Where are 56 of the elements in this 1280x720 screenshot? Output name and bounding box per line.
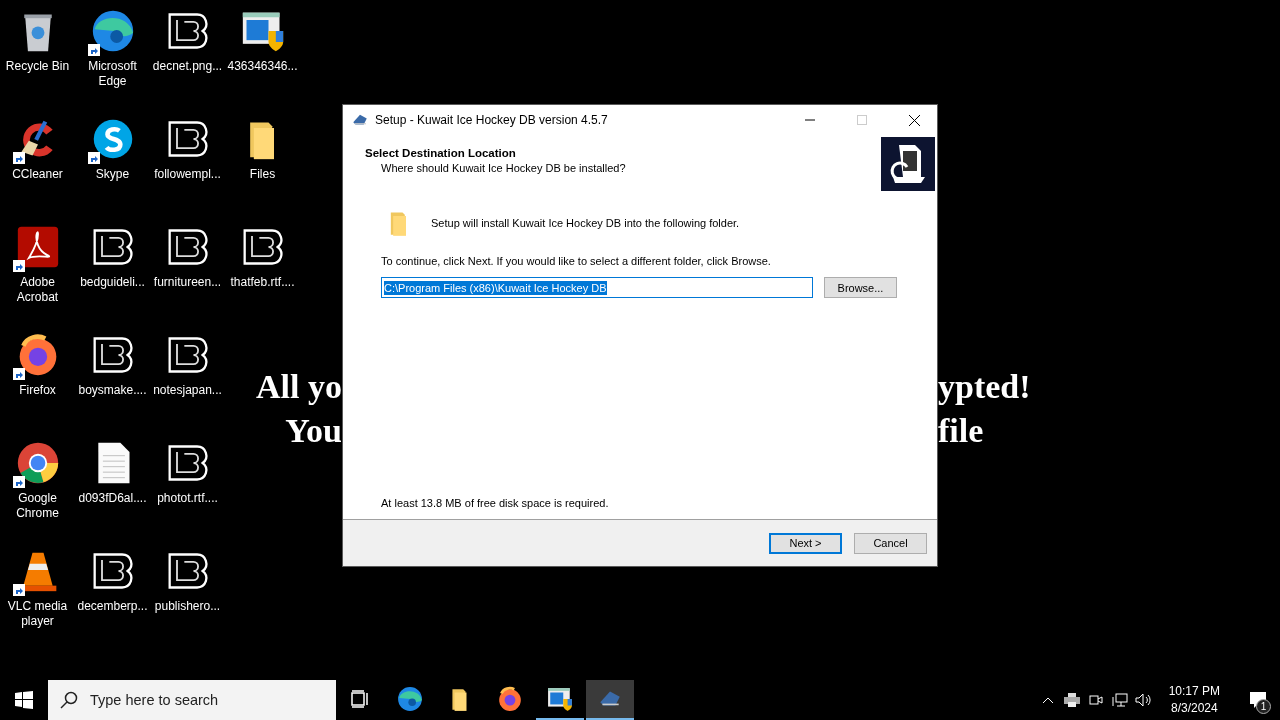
- icon-label[interactable]: photot.rtf....: [150, 491, 225, 506]
- instruction-text: To continue, click Next. If you would like to select a different folder, click Browse.: [381, 255, 772, 267]
- close-icon: [908, 114, 920, 126]
- installer-window-icon: [547, 686, 573, 712]
- wallpaper-text: You: [285, 411, 342, 451]
- icon-label[interactable]: VLC media player: [0, 599, 75, 629]
- clock-date[interactable]: 8/3/2024: [1170, 700, 1218, 717]
- wave-logo-icon: [397, 686, 423, 712]
- wallpaper-text: ypted!: [938, 367, 1031, 407]
- folder-note: Setup will install Kuwait Ice Hockey DB into the following folder.: [431, 217, 740, 229]
- window-title: Setup - Kuwait Ice Hockey DB version 4.5.7: [375, 113, 609, 127]
- icon-label[interactable]: 436346346...: [225, 59, 300, 74]
- wave-logo-icon: [90, 9, 135, 53]
- computer-install-icon: [881, 137, 935, 191]
- search-field[interactable]: Type here to search: [88, 691, 322, 709]
- icon-label[interactable]: Skype: [75, 167, 150, 182]
- icon-label[interactable]: Adobe Acrobat: [0, 275, 75, 305]
- page-heading: Select Destination Location: [365, 147, 517, 159]
- wallpaper-text: file: [938, 411, 984, 451]
- circle-logo-icon: [15, 441, 60, 485]
- dialog-button[interactable]: Next >: [769, 532, 842, 554]
- search-icon: [60, 691, 78, 709]
- windows-logo-icon: [15, 691, 33, 709]
- camera-icon[interactable]: [1086, 693, 1105, 707]
- icon-label[interactable]: publishero...: [150, 599, 225, 614]
- icon-label[interactable]: bedguideli...: [75, 275, 150, 290]
- notification-count: 1: [1256, 699, 1271, 714]
- page-subheading: Where should Kuwait Ice Hockey DB be installed?: [380, 162, 626, 174]
- wallpaper-text: All yo: [256, 367, 342, 407]
- path-field[interactable]: C:\Program Files (x86)\Kuwait Ice Hockey DB: [381, 277, 813, 298]
- icon-label[interactable]: furnitureen...: [150, 275, 225, 290]
- icon-label[interactable]: decnet.png...: [150, 59, 225, 74]
- globe-logo-icon: [497, 686, 523, 712]
- printer-icon[interactable]: [1062, 693, 1081, 707]
- icon-label[interactable]: Google Chrome: [0, 491, 75, 521]
- icon-label[interactable]: thatfeb.rtf....: [225, 275, 300, 290]
- icon-label[interactable]: Microsoft Edge: [75, 59, 150, 89]
- icon-label[interactable]: boysmake....: [75, 383, 150, 398]
- icon-label[interactable]: d093fD6al....: [75, 491, 150, 506]
- clock-time[interactable]: 10:17 PM: [1168, 683, 1220, 700]
- icon-label[interactable]: followempl...: [150, 167, 225, 182]
- task-view-icon: [351, 690, 369, 708]
- speaker-icon[interactable]: [1134, 693, 1153, 707]
- icon-label[interactable]: Files: [225, 167, 300, 182]
- icon-label[interactable]: decemberp...: [75, 599, 150, 614]
- network-icon[interactable]: [1110, 693, 1129, 707]
- disk-space-note: At least 13.8 MB of free disk space is required.: [381, 497, 610, 509]
- maximize-icon: [857, 115, 867, 125]
- dialog-button[interactable]: Cancel: [854, 532, 927, 554]
- icon-label[interactable]: Recycle Bin: [0, 59, 75, 74]
- icon-label[interactable]: CCleaner: [0, 167, 75, 182]
- browse-button[interactable]: Browse...: [824, 277, 897, 298]
- document-logo-icon: [15, 225, 60, 269]
- icon-label[interactable]: notesjapan...: [150, 383, 225, 398]
- icon-label[interactable]: Firefox: [0, 383, 75, 398]
- search-bar[interactable]: Type here to search: [48, 680, 336, 720]
